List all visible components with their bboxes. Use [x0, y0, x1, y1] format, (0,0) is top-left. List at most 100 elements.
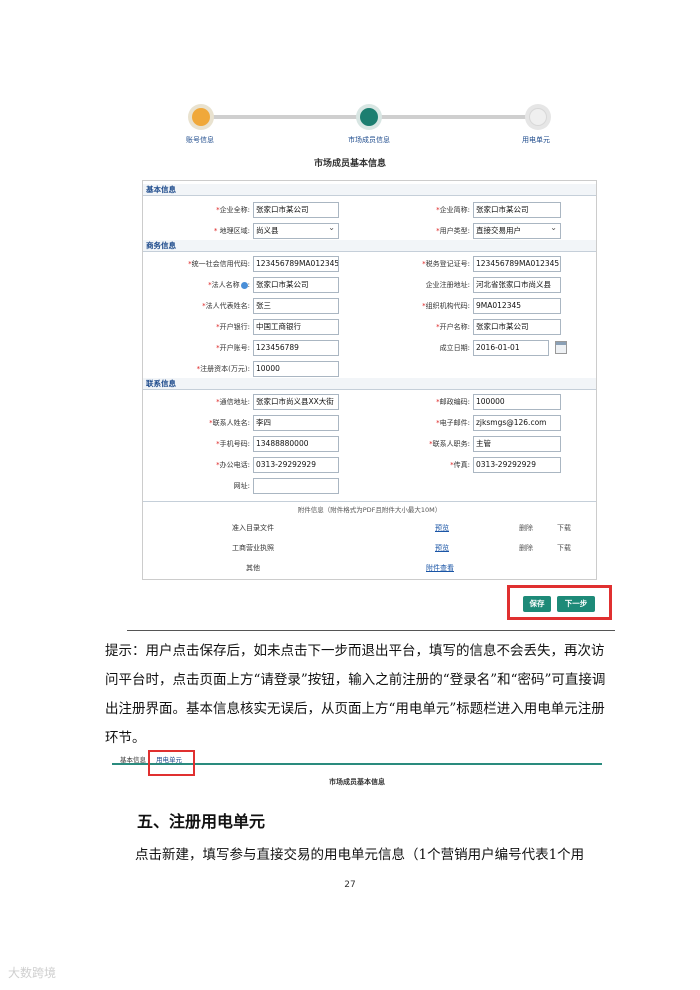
- contact-title-input[interactable]: 主管: [473, 436, 561, 452]
- form-row: *法人代表姓名: 张三 *组织机构代码: 9MA012345: [143, 298, 596, 316]
- step-3-label: 用电单元: [522, 136, 550, 144]
- contact-name-label: *联系人姓名:: [209, 419, 250, 427]
- calendar-icon[interactable]: [555, 341, 567, 354]
- highlight-box: [148, 750, 195, 776]
- company-full-name-label: *企业全称:: [216, 206, 250, 214]
- tab-basic-info[interactable]: 基本信息: [120, 754, 146, 764]
- highlight-box: 保存 下一步: [507, 585, 612, 620]
- save-button[interactable]: 保存: [523, 596, 551, 612]
- section-basic: 基本信息: [143, 184, 596, 196]
- website-label: 网址:: [233, 482, 250, 490]
- attachment-name: 工商营业执照: [232, 544, 274, 552]
- stepper-line: [380, 115, 535, 119]
- form-row: *开户账号: 123456789 成立日期: 2016-01-01: [143, 340, 596, 358]
- legal-rep-input[interactable]: 张三: [253, 298, 339, 314]
- account-name-input[interactable]: 张家口市某公司: [473, 319, 561, 335]
- attachment-row: 工商营业执照 预览 删除 下载: [143, 543, 596, 557]
- form-row: * 地理区域: 尚义县 *用户类型: 直接交易用户: [143, 223, 596, 241]
- attachment-header: 附件信息（附件格式为PDF且附件大小最大10M）: [297, 506, 442, 514]
- form-row: *联系人姓名: 李四 *电子邮件: zjksmgs@126.com: [143, 415, 596, 433]
- region-select[interactable]: 尚义县: [253, 223, 339, 239]
- website-input[interactable]: [253, 478, 339, 494]
- bank-input[interactable]: 中国工商银行: [253, 319, 339, 335]
- postcode-input[interactable]: 100000: [473, 394, 561, 410]
- form-row: 网址:: [143, 478, 596, 496]
- tax-reg-label: *税务登记证号:: [422, 260, 470, 268]
- form-row: *通信地址: 张家口市尚义县XX大街 *邮政编码: 100000: [143, 394, 596, 412]
- established-label: 成立日期:: [439, 344, 470, 352]
- mail-address-label: *通信地址:: [216, 398, 250, 406]
- preview-link[interactable]: 预览: [435, 523, 449, 533]
- credit-code-input[interactable]: 123456789MA012345: [253, 256, 339, 272]
- step-2-circle[interactable]: [356, 104, 382, 130]
- org-code-input[interactable]: 9MA012345: [473, 298, 561, 314]
- form-row: *统一社会信用代码: 123456789MA012345 *税务登记证号: 12…: [143, 256, 596, 274]
- bank-label: *开户银行:: [216, 323, 250, 331]
- member-info-form: 基本信息 *企业全称: 张家口市某公司 *企业简称: 张家口市某公司 * 地理区…: [142, 180, 597, 580]
- postcode-label: *邮政编码:: [436, 398, 470, 406]
- email-label: *电子邮件:: [436, 419, 470, 427]
- office-phone-input[interactable]: 0313-29292929: [253, 457, 339, 473]
- tab-bar-screenshot: 基本信息 用电单元 市场成员基本信息: [112, 750, 602, 794]
- mini-title: 市场成员基本信息: [329, 778, 385, 786]
- next-step-button[interactable]: 下一步: [557, 596, 595, 612]
- attachment-row: 准入目录文件 预览 删除 下载: [143, 523, 596, 537]
- user-type-select[interactable]: 直接交易用户: [473, 223, 561, 239]
- user-type-label: *用户类型:: [436, 227, 470, 235]
- download-link[interactable]: 下载: [557, 523, 571, 533]
- preview-link[interactable]: 预览: [435, 543, 449, 553]
- reg-address-label: 企业注册地址:: [425, 281, 470, 289]
- progress-stepper: 账号信息 市场成员信息 用电单元: [180, 100, 560, 150]
- region-label: * 地理区域:: [213, 227, 250, 235]
- legal-rep-label: *法人代表姓名:: [202, 302, 250, 310]
- delete-link[interactable]: 删除: [519, 543, 533, 553]
- account-no-label: *开户账号:: [216, 344, 250, 352]
- attachment-name: 其他: [246, 564, 260, 572]
- reg-capital-input[interactable]: 10000: [253, 361, 339, 377]
- fax-label: *传真:: [450, 461, 470, 469]
- section-contact: 联系信息: [143, 378, 596, 390]
- mail-address-input[interactable]: 张家口市尚义县XX大街: [253, 394, 339, 410]
- page-number: 27: [344, 880, 356, 890]
- form-row: *开户银行: 中国工商银行 *开户名称: 张家口市某公司: [143, 319, 596, 337]
- fax-input[interactable]: 0313-29292929: [473, 457, 561, 473]
- step-2-label: 市场成员信息: [348, 136, 390, 144]
- legal-name-label: *法人名称:: [208, 281, 250, 289]
- account-name-label: *开户名称:: [436, 323, 470, 331]
- delete-link[interactable]: 删除: [519, 523, 533, 533]
- form-row: *手机号码: 13488880000 *联系人职务: 主管: [143, 436, 596, 454]
- download-link[interactable]: 下载: [557, 543, 571, 553]
- office-phone-label: *办公电话:: [216, 461, 250, 469]
- step-1-circle[interactable]: [188, 104, 214, 130]
- divider: [143, 501, 596, 502]
- form-row: *企业全称: 张家口市某公司 *企业简称: 张家口市某公司: [143, 202, 596, 220]
- divider: [127, 630, 615, 631]
- email-input[interactable]: zjksmgs@126.com: [473, 415, 561, 431]
- view-attachment-link[interactable]: 附件查看: [426, 563, 454, 573]
- step-3-circle[interactable]: [525, 104, 551, 130]
- body-paragraph: 点击新建，填写参与直接交易的用电单元信息（1个营销用户编号代表1个用: [135, 847, 585, 863]
- contact-title-label: *联系人职务:: [429, 440, 470, 448]
- tip-paragraph: 提示：用户点击保存后，如未点击下一步而退出平台，填写的信息不会丢失，再次访问平台…: [105, 643, 606, 746]
- credit-code-label: *统一社会信用代码:: [188, 260, 250, 268]
- reg-address-input[interactable]: 河北省张家口市尚义县: [473, 277, 561, 293]
- watermark: 大数跨境: [8, 966, 57, 980]
- company-short-name-label: *企业简称:: [436, 206, 470, 214]
- org-code-label: *组织机构代码:: [422, 302, 470, 310]
- reg-capital-label: *注册资本(万元):: [196, 365, 250, 373]
- company-full-name-input[interactable]: 张家口市某公司: [253, 202, 339, 218]
- mobile-label: *手机号码:: [216, 440, 250, 448]
- contact-name-input[interactable]: 李四: [253, 415, 339, 431]
- company-short-name-input[interactable]: 张家口市某公司: [473, 202, 561, 218]
- stepper-line: [202, 115, 357, 119]
- form-row: *办公电话: 0313-29292929 *传真: 0313-29292929: [143, 457, 596, 475]
- account-no-input[interactable]: 123456789: [253, 340, 339, 356]
- tax-reg-input[interactable]: 123456789MA012345: [473, 256, 561, 272]
- legal-name-input[interactable]: 张家口市某公司: [253, 277, 339, 293]
- section-business: 商务信息: [143, 240, 596, 252]
- form-title: 市场成员基本信息: [313, 159, 386, 169]
- mobile-input[interactable]: 13488880000: [253, 436, 339, 452]
- attachment-row: 其他 附件查看: [143, 563, 596, 577]
- section-heading: 五、注册用电单元: [137, 812, 266, 831]
- established-date-input[interactable]: 2016-01-01: [473, 340, 549, 356]
